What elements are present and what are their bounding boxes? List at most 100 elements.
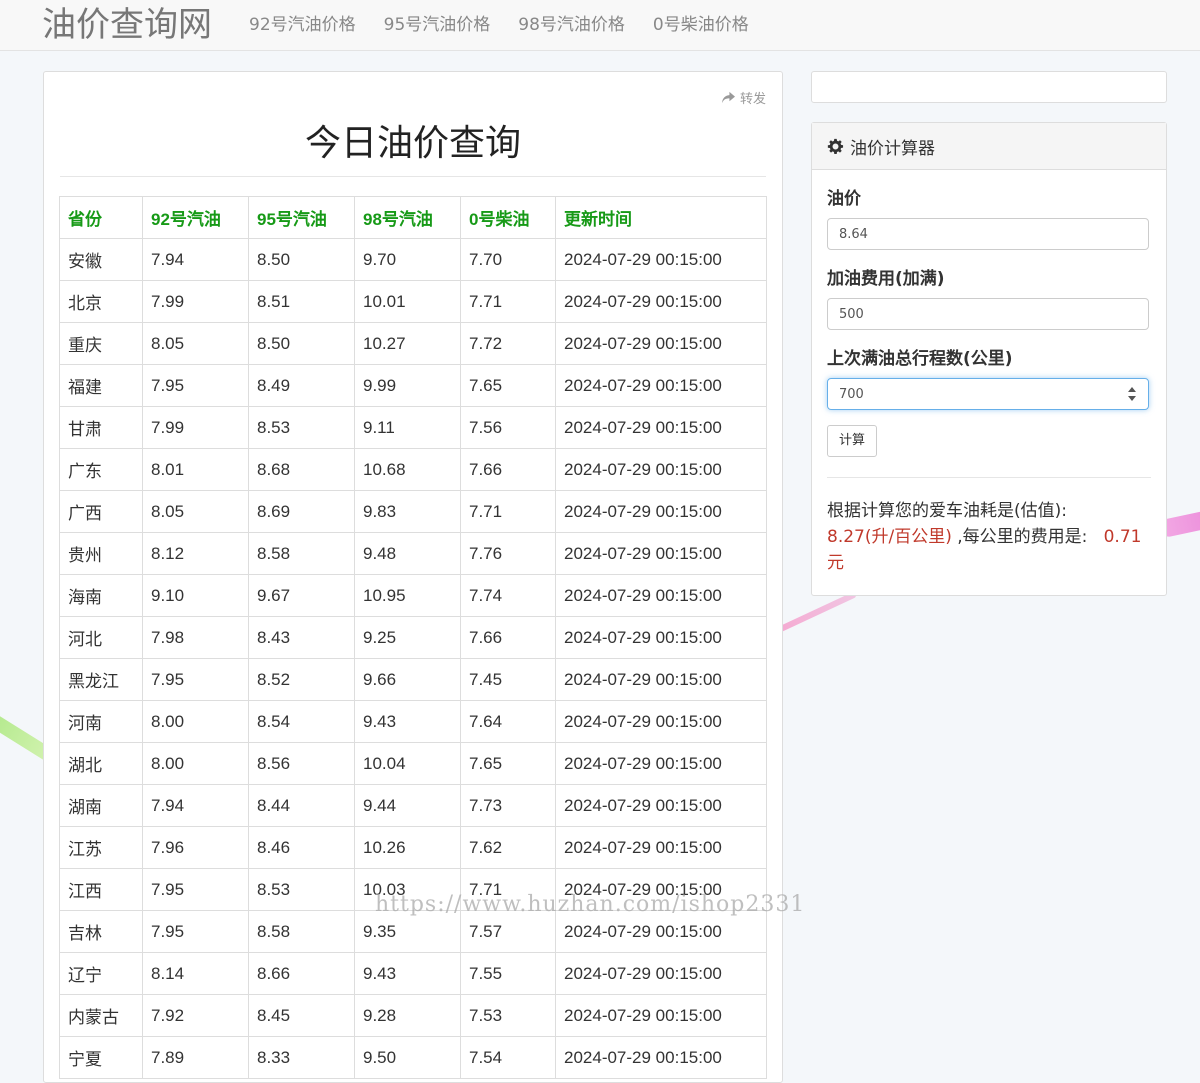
table-cell: 7.56	[460, 406, 556, 449]
table-cell: 8.00	[142, 700, 249, 743]
table-cell: 2024-07-29 00:15:00	[555, 448, 767, 491]
calculate-button[interactable]: 计算	[827, 425, 878, 457]
fuel-cost-input-value: 500	[839, 306, 864, 322]
table-cell: 7.95	[142, 910, 249, 953]
table-cell: 7.95	[142, 868, 249, 911]
table-cell: 2024-07-29 00:15:00	[555, 364, 767, 407]
calculation-result: 根据计算您的爱车油耗是(估值): 8.27(升/百公里) ,每公里的费用是: 0…	[827, 498, 1151, 576]
table-cell: 8.14	[142, 952, 249, 995]
nav-link-98[interactable]: 98号汽油价格	[504, 0, 639, 50]
table-cell: 北京	[59, 280, 143, 323]
table-row: 宁夏 7.89 8.33 9.50 7.54 2024-07-29 00:15:00	[59, 1036, 767, 1079]
table-cell: 宁夏	[59, 1036, 143, 1079]
nav-links: 92号汽油价格 95号汽油价格 98号汽油价格 0号柴油价格	[235, 0, 763, 50]
table-cell: 8.00	[142, 742, 249, 785]
table-cell: 江苏	[59, 826, 143, 869]
share-button[interactable]: 转发	[721, 88, 766, 107]
table-cell: 7.62	[460, 826, 556, 869]
gear-icon	[827, 138, 844, 154]
fuel-calculator-panel: 油价计算器 油价 8.64 加油费用(加满) 500 上次满油总行程数(公里) …	[811, 122, 1167, 596]
watermark: https://www.huzhan.com/ishop2331	[375, 892, 806, 917]
table-cell: 2024-07-29 00:15:00	[555, 658, 767, 701]
table-cell: 2024-07-29 00:15:00	[555, 490, 767, 533]
table-cell: 7.73	[460, 784, 556, 827]
side-blank-panel	[811, 71, 1167, 103]
result-consumption: 8.27(升/百公里)	[827, 527, 952, 547]
table-cell: 7.99	[142, 280, 249, 323]
table-cell: 7.95	[142, 364, 249, 407]
table-cell: 8.54	[248, 700, 355, 743]
site-brand[interactable]: 油价查询网	[42, 4, 212, 46]
result-middle: ,每公里的费用是:	[951, 527, 1088, 547]
col-98: 98号汽油	[354, 196, 461, 239]
table-cell: 8.12	[142, 532, 249, 575]
table-cell: 广东	[59, 448, 143, 491]
table-cell: 10.01	[354, 280, 461, 323]
table-cell: 2024-07-29 00:15:00	[555, 280, 767, 323]
table-cell: 7.92	[142, 994, 249, 1037]
table-row: 湖北 8.00 8.56 10.04 7.65 2024-07-29 00:15:00	[59, 742, 767, 785]
table-cell: 10.04	[354, 742, 461, 785]
table-row: 广西 8.05 8.69 9.83 7.71 2024-07-29 00:15:00	[59, 490, 767, 533]
table-cell: 9.43	[354, 700, 461, 743]
table-cell: 7.94	[142, 238, 249, 281]
col-diesel: 0号柴油	[460, 196, 556, 239]
table-cell: 9.43	[354, 952, 461, 995]
table-cell: 10.68	[354, 448, 461, 491]
table-cell: 8.53	[248, 868, 355, 911]
table-cell: 7.98	[142, 616, 249, 659]
table-row: 海南 9.10 9.67 10.95 7.74 2024-07-29 00:15:00	[59, 574, 767, 617]
table-cell: 9.70	[354, 238, 461, 281]
table-cell: 7.94	[142, 784, 249, 827]
table-cell: 吉林	[59, 910, 143, 953]
mileage-input-value: 700	[839, 386, 864, 402]
table-cell: 广西	[59, 490, 143, 533]
table-cell: 7.53	[460, 994, 556, 1037]
table-cell: 9.99	[354, 364, 461, 407]
table-cell: 8.43	[248, 616, 355, 659]
table-cell: 8.68	[248, 448, 355, 491]
price-input-value: 8.64	[839, 226, 868, 242]
table-cell: 9.28	[354, 994, 461, 1037]
table-cell: 甘肃	[59, 406, 143, 449]
nav-link-95[interactable]: 95号汽油价格	[370, 0, 505, 50]
table-cell: 7.89	[142, 1036, 249, 1079]
price-label: 油价	[827, 189, 861, 209]
col-province: 省份	[59, 196, 143, 239]
table-cell: 内蒙古	[59, 994, 143, 1037]
table-cell: 7.70	[460, 238, 556, 281]
table-cell: 8.51	[248, 280, 355, 323]
spinner-arrows-icon[interactable]	[1128, 387, 1137, 401]
table-row: 黑龙江 7.95 8.52 9.66 7.45 2024-07-29 00:15:00	[59, 658, 767, 701]
mileage-input[interactable]: 700	[827, 378, 1149, 410]
table-cell: 2024-07-29 00:15:00	[555, 700, 767, 743]
table-cell: 黑龙江	[59, 658, 143, 701]
table-cell: 湖北	[59, 742, 143, 785]
table-cell: 2024-07-29 00:15:00	[555, 1036, 767, 1079]
table-row: 北京 7.99 8.51 10.01 7.71 2024-07-29 00:15:00	[59, 280, 767, 323]
fuel-cost-input[interactable]: 500	[827, 298, 1149, 330]
table-cell: 2024-07-29 00:15:00	[555, 238, 767, 281]
table-cell: 2024-07-29 00:15:00	[555, 742, 767, 785]
table-cell: 9.48	[354, 532, 461, 575]
table-cell: 河北	[59, 616, 143, 659]
table-cell: 8.45	[248, 994, 355, 1037]
table-cell: 10.95	[354, 574, 461, 617]
table-cell: 9.66	[354, 658, 461, 701]
table-cell: 8.44	[248, 784, 355, 827]
nav-link-diesel[interactable]: 0号柴油价格	[639, 0, 763, 50]
price-panel: 转发 今日油价查询 省份 92号汽油 95号汽油 98号汽油 0号柴油 更新时间…	[43, 71, 783, 1083]
table-cell: 8.69	[248, 490, 355, 533]
nav-link-92[interactable]: 92号汽油价格	[235, 0, 370, 50]
calculator-header: 油价计算器	[812, 123, 1166, 170]
table-row: 甘肃 7.99 8.53 9.11 7.56 2024-07-29 00:15:00	[59, 406, 767, 449]
share-label: 转发	[739, 92, 766, 107]
table-cell: 7.66	[460, 616, 556, 659]
col-92: 92号汽油	[142, 196, 249, 239]
decorative-swoosh-pink-small	[772, 591, 858, 635]
table-cell: 7.71	[460, 490, 556, 533]
table-cell: 7.99	[142, 406, 249, 449]
price-input[interactable]: 8.64	[827, 218, 1149, 250]
table-cell: 2024-07-29 00:15:00	[555, 784, 767, 827]
table-cell: 贵州	[59, 532, 143, 575]
